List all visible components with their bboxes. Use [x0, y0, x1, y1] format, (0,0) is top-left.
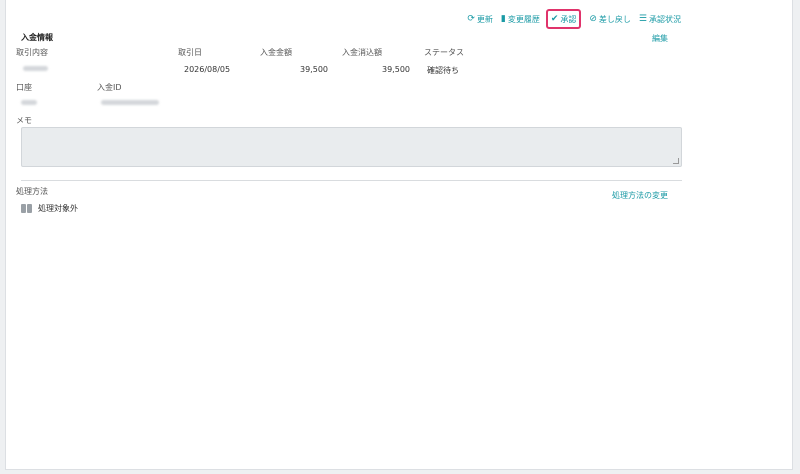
deposit-panel: ⟳ 更新 ▮ 変更履歴 ✔ 承認 ⊘ 差し戻し ☰ 承認状況 入金情報 編集 取…: [5, 0, 793, 470]
memo-textarea[interactable]: [21, 127, 682, 167]
document-icon: ▮: [500, 13, 506, 24]
approve-label: 承認: [560, 14, 577, 24]
status-value: 確認待ち: [427, 66, 459, 75]
approve-button[interactable]: ✔ 承認: [545, 9, 582, 29]
account-value-redacted: [21, 100, 37, 105]
deposit-id-label: 入金ID: [97, 83, 122, 92]
date-value: 2026/08/05: [184, 65, 231, 74]
processing-method-label: 処理方法: [16, 187, 48, 196]
date-label: 取引日: [178, 48, 202, 57]
reject-label: 差し戻し: [598, 14, 631, 24]
reject-button[interactable]: ⊘ 差し戻し: [589, 14, 631, 25]
refresh-button[interactable]: ⟳ 更新: [467, 14, 493, 25]
cleared-value: 39,500: [382, 65, 410, 74]
transaction-value-redacted: [23, 66, 48, 71]
account-label: 口座: [16, 83, 32, 92]
history-button[interactable]: ▮ 変更履歴: [501, 14, 540, 25]
cleared-label: 入金消込額: [342, 48, 382, 57]
list-icon: ☰: [638, 13, 647, 24]
approval-status-button[interactable]: ☰ 承認状況: [639, 14, 681, 25]
deposit-id-value-redacted: [101, 100, 159, 105]
check-icon: ✔: [550, 13, 559, 24]
approval-status-label: 承認状況: [649, 14, 681, 24]
processing-method-text: 処理対象外: [38, 204, 78, 213]
edit-link[interactable]: 編集: [652, 33, 668, 44]
change-processing-method-link[interactable]: 処理方法の変更: [612, 190, 668, 201]
resize-handle-icon[interactable]: [673, 158, 679, 164]
action-toolbar: ⟳ 更新 ▮ 変更履歴 ✔ 承認 ⊘ 差し戻し ☰ 承認状況: [459, 9, 681, 29]
transaction-label: 取引内容: [16, 48, 48, 57]
processing-method-value: 処理対象外: [21, 203, 78, 214]
section-divider: [21, 180, 682, 181]
amount-value: 39,500: [300, 65, 328, 74]
amount-label: 入金金額: [260, 48, 292, 57]
ban-icon: ⊘: [589, 13, 597, 24]
refresh-icon: ⟳: [467, 13, 475, 24]
book-icon: [21, 204, 32, 213]
history-label: 変更履歴: [507, 14, 540, 24]
refresh-label: 更新: [476, 14, 493, 24]
status-label: ステータス: [424, 48, 464, 57]
memo-label: メモ: [16, 116, 32, 125]
section-title: 入金情報: [21, 33, 53, 42]
